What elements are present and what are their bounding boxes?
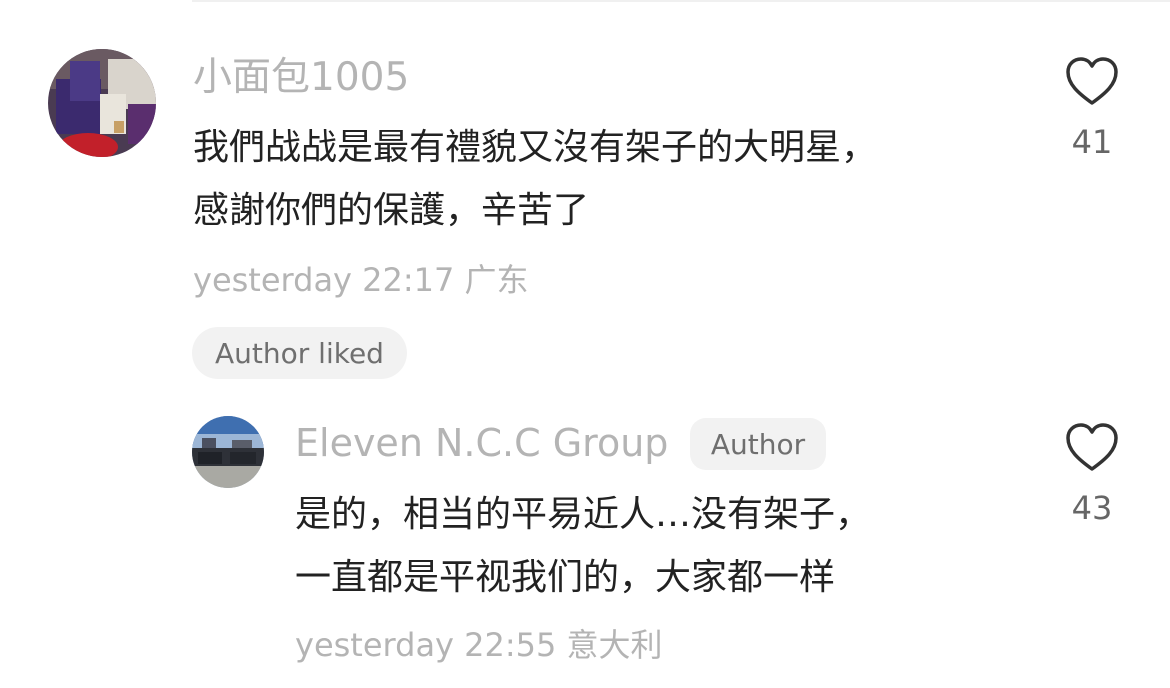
- like-button[interactable]: [1064, 56, 1120, 108]
- author-liked-badge: Author liked: [192, 327, 407, 379]
- comment-location: 广东: [464, 261, 529, 299]
- comment-text-line: 感謝你們的保護，辛苦了: [193, 190, 590, 231]
- avatar-photo-icon: [192, 416, 264, 488]
- reply-text-line: 一直都是平视我们的，大家都一样: [295, 557, 836, 598]
- reply-meta: yesterday 22:55 意大利: [295, 623, 663, 667]
- like-count: 43: [1071, 489, 1113, 527]
- avatar[interactable]: [192, 416, 264, 488]
- reply-text: 是的，相当的平易近人…没有架子， 一直都是平视我们的，大家都一样: [295, 483, 871, 609]
- heart-outline-icon: [1066, 423, 1118, 471]
- heart-outline-icon: [1066, 57, 1118, 105]
- like-button[interactable]: [1064, 422, 1120, 474]
- comment-meta: yesterday 22:17 广东: [193, 258, 529, 302]
- author-badge: Author: [690, 418, 826, 470]
- reply-username[interactable]: Eleven N.C.C Group: [295, 419, 668, 467]
- comment-text: 我們战战是最有禮貌又沒有架子的大明星， 感謝你們的保護，辛苦了: [193, 116, 877, 242]
- comment-text-line: 我們战战是最有禮貌又沒有架子的大明星，: [193, 127, 878, 168]
- like-count: 41: [1071, 123, 1113, 161]
- reply-text-line: 是的，相当的平易近人…没有架子，: [295, 494, 872, 535]
- avatar[interactable]: [48, 49, 156, 157]
- comment-username[interactable]: 小面包1005: [193, 54, 409, 102]
- reply-location: 意大利: [566, 626, 663, 664]
- reply-time: yesterday 22:55: [295, 626, 557, 664]
- reply-username-text: Eleven N.C.C Group: [295, 421, 669, 465]
- top-divider: [192, 0, 1170, 2]
- avatar-photo-icon: [48, 49, 156, 157]
- comment-time: yesterday 22:17: [193, 261, 455, 299]
